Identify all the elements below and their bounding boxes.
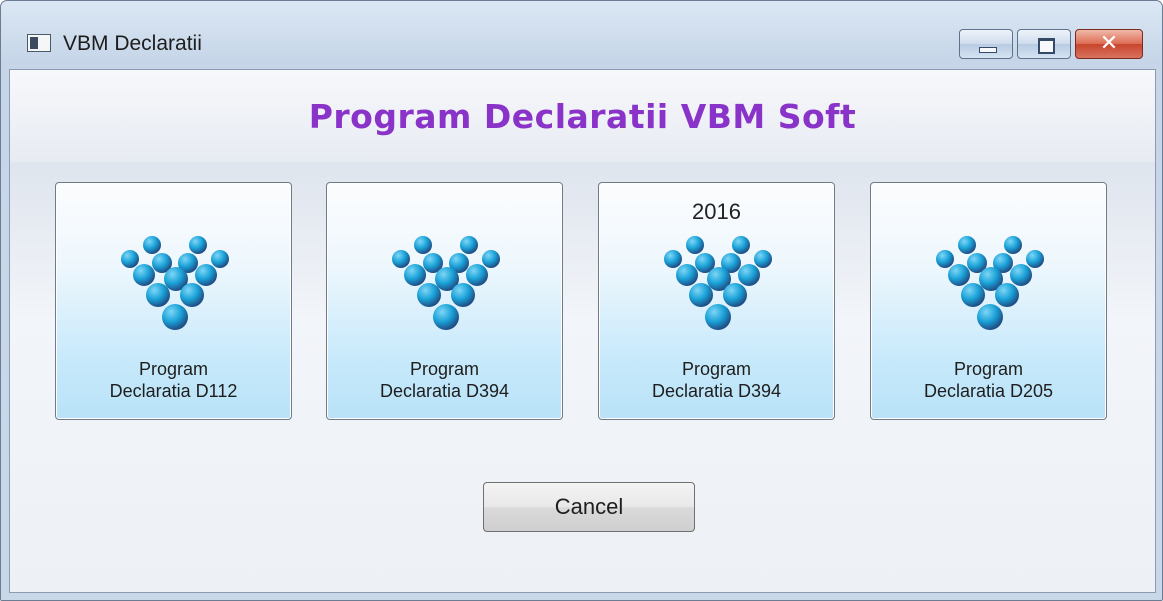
logo-dot	[414, 236, 432, 254]
logo-dot	[664, 250, 682, 268]
logo-dot	[1026, 250, 1044, 268]
app-icon[interactable]	[27, 34, 51, 52]
tile-year: 2016	[692, 199, 741, 224]
logo-dot	[958, 236, 976, 254]
logo-dot	[686, 236, 704, 254]
logo-dot	[676, 264, 698, 286]
logo-dot	[1004, 236, 1022, 254]
tile-label: Program Declaratia D394	[599, 358, 834, 402]
vbm-logo-icon	[121, 236, 229, 330]
close-button[interactable]: ✕	[1075, 29, 1143, 59]
client-area: Program Declaratii VBM Soft Program Decl…	[9, 69, 1156, 593]
logo-dot	[133, 264, 155, 286]
logo-dot	[404, 264, 426, 286]
logo-dot	[143, 236, 161, 254]
tile-d394-2016[interactable]: 2016 Program Declaratia D394	[598, 182, 835, 420]
title-bar[interactable]: VBM Declaratii ✕	[1, 1, 1162, 69]
vbm-logo-icon	[664, 236, 772, 330]
logo-dot	[121, 250, 139, 268]
tile-label-line2: Declaratia D112	[109, 381, 238, 401]
logo-dot	[961, 283, 985, 307]
tile-label: Program Declaratia D205	[871, 358, 1106, 402]
logo-dot	[392, 250, 410, 268]
maximize-icon	[1038, 38, 1055, 54]
logo-dot	[689, 283, 713, 307]
logo-dot	[995, 283, 1019, 307]
logo-dot	[482, 250, 500, 268]
logo-dot	[211, 250, 229, 268]
app-window: VBM Declaratii ✕ Program Declaratii VBM …	[0, 0, 1163, 601]
logo-dot	[723, 283, 747, 307]
logo-dot	[189, 236, 207, 254]
tile-d205[interactable]: Program Declaratia D205	[870, 182, 1107, 420]
minimize-button[interactable]	[959, 29, 1013, 59]
maximize-button[interactable]	[1017, 29, 1071, 59]
logo-dot	[1010, 264, 1032, 286]
logo-dot	[705, 304, 731, 330]
logo-dot	[195, 264, 217, 286]
vbm-logo-icon	[392, 236, 500, 330]
tile-label-line1: Program	[953, 359, 1024, 379]
window-title: VBM Declaratii	[63, 32, 202, 55]
logo-dot	[460, 236, 478, 254]
logo-dot	[146, 283, 170, 307]
logo-dot	[417, 283, 441, 307]
header-band: Program Declaratii VBM Soft	[10, 70, 1155, 162]
tile-label-line1: Program	[409, 359, 480, 379]
logo-dot	[936, 250, 954, 268]
tile-label-line2: Declaratia D394	[379, 381, 510, 401]
tile-label-line2: Declaratia D205	[923, 381, 1054, 401]
cancel-button[interactable]: Cancel	[483, 482, 695, 532]
tile-label: Program Declaratia D394	[327, 358, 562, 402]
vbm-logo-icon	[936, 236, 1044, 330]
logo-dot	[466, 264, 488, 286]
logo-dot	[162, 304, 188, 330]
tile-d112[interactable]: Program Declaratia D112	[55, 182, 292, 420]
logo-dot	[977, 304, 1003, 330]
logo-dot	[738, 264, 760, 286]
logo-dot	[451, 283, 475, 307]
logo-dot	[180, 283, 204, 307]
logo-dot	[948, 264, 970, 286]
close-icon: ✕	[1099, 31, 1119, 56]
minimize-icon	[979, 47, 997, 53]
tile-label-line2: Declaratia D394	[651, 381, 782, 401]
logo-dot	[433, 304, 459, 330]
page-title: Program Declaratii VBM Soft	[308, 97, 857, 136]
tile-d394[interactable]: Program Declaratia D394	[326, 182, 563, 420]
tile-label: Program Declaratia D112	[56, 358, 291, 402]
tile-label-line1: Program	[681, 359, 752, 379]
logo-dot	[754, 250, 772, 268]
logo-dot	[732, 236, 750, 254]
tile-label-line1: Program	[138, 359, 209, 379]
